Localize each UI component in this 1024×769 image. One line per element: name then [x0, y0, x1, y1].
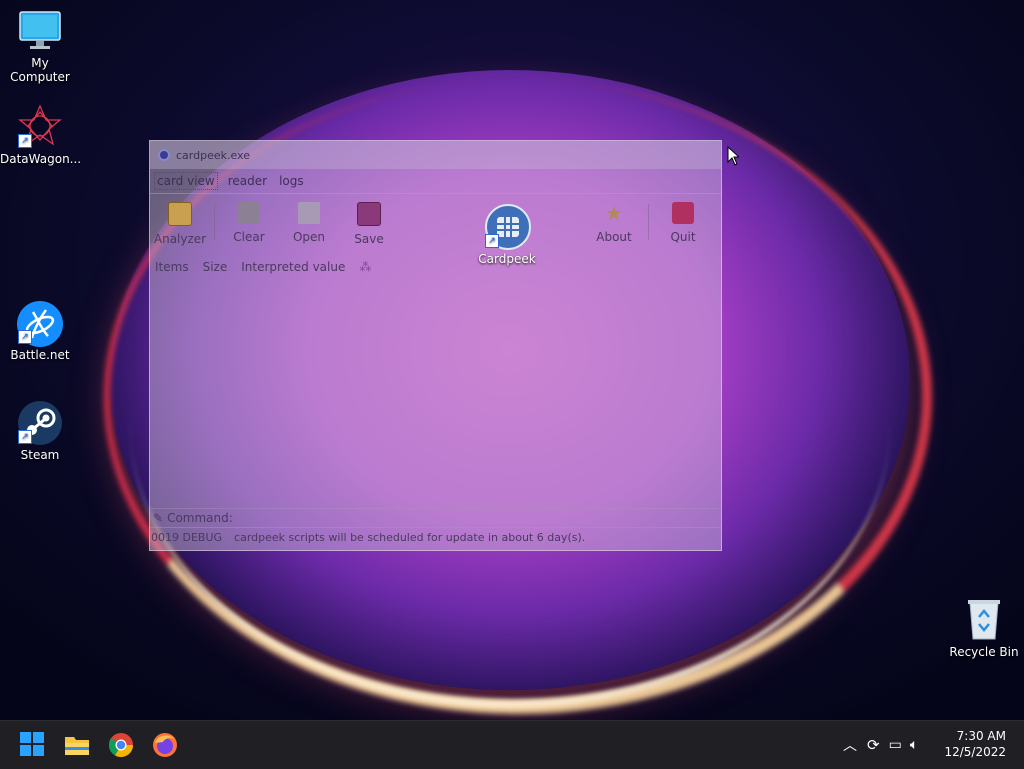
broom-icon — [238, 202, 260, 224]
file-explorer-button[interactable] — [63, 731, 91, 759]
desktop-icon-steam[interactable]: ↗ Steam — [0, 400, 80, 462]
card-tree-view[interactable] — [150, 278, 721, 508]
taskbar: ︿ ⟳ ▭ 🔈︎ 7:30 AM 12/5/2022 — [0, 720, 1024, 769]
clear-button[interactable]: Clear — [219, 200, 279, 244]
toolbar-separator — [648, 204, 649, 240]
battlenet-icon: ↗ — [17, 300, 63, 347]
shortcut-arrow-icon: ↗ — [18, 330, 32, 344]
cardpeek-window[interactable]: cardpeek.exe card view reader logs Analy… — [149, 140, 722, 551]
chip-icon — [168, 202, 192, 226]
recycle-bin-icon — [962, 597, 1006, 641]
desktop-icon-battlenet[interactable]: ↗ Battle.net — [0, 300, 80, 362]
sync-alert-icon[interactable]: ⟳ — [867, 736, 880, 754]
folder-icon — [298, 202, 320, 224]
monitor-icon — [18, 8, 62, 52]
system-tray: ︿ ⟳ ▭ 🔈︎ — [843, 721, 918, 769]
start-button[interactable] — [19, 731, 47, 759]
desktop-icon-label: My Computer — [10, 56, 70, 84]
steam-icon: ↗ — [18, 400, 62, 445]
shortcut-arrow-icon: ↗ — [18, 430, 32, 444]
command-input[interactable] — [237, 511, 721, 525]
command-label: Command: — [167, 511, 233, 525]
datawagon-icon: ↗ — [18, 104, 62, 148]
tree-header: Items Size Interpreted value ⁂ — [150, 256, 721, 278]
clock-date: 12/5/2022 — [944, 745, 1006, 759]
column-interpreted-value[interactable]: Interpreted value — [241, 260, 345, 274]
shortcut-arrow-icon: ↗ — [18, 134, 32, 148]
column-items[interactable]: Items — [155, 260, 189, 274]
analyzer-button[interactable]: Analyzer — [150, 200, 210, 246]
clock[interactable]: 7:30 AM 12/5/2022 — [944, 728, 1006, 760]
folder-icon — [65, 737, 89, 755]
exit-icon — [672, 202, 694, 224]
chrome-button[interactable] — [107, 731, 135, 759]
shortcut-arrow-icon: ↗ — [485, 234, 499, 248]
toolbar-separator — [214, 204, 215, 240]
toolbar: Analyzer Clear Open Save ★ About Quit — [150, 193, 721, 256]
column-options-icon[interactable]: ⁂ — [359, 260, 371, 274]
network-icon[interactable]: ▭ — [889, 737, 902, 753]
about-button[interactable]: ★ About — [584, 200, 644, 244]
column-size[interactable]: Size — [203, 260, 228, 274]
floppy-icon — [357, 202, 381, 226]
desktop-icon-label: Battle.net — [10, 348, 70, 362]
status-bar: 0019 DEBUG cardpeek scripts will be sche… — [150, 527, 721, 546]
status-code: 0019 DEBUG — [151, 530, 223, 544]
window-titlebar[interactable]: cardpeek.exe — [150, 141, 721, 169]
desktop-icon-recycle-bin[interactable]: Recycle Bin — [944, 597, 1024, 659]
mouse-cursor-icon — [727, 146, 739, 166]
status-message: cardpeek scripts will be scheduled for u… — [234, 530, 586, 544]
open-button[interactable]: Open — [279, 200, 339, 244]
chrome-icon — [108, 733, 133, 758]
tab-logs[interactable]: logs — [277, 173, 306, 189]
save-button[interactable]: Save — [339, 200, 399, 246]
pen-icon: ✎ — [153, 511, 164, 525]
cardpeek-icon: ↗ — [485, 204, 531, 250]
clock-time: 7:30 AM — [956, 729, 1006, 743]
desktop-icon-label: DataWagon... — [0, 152, 82, 166]
firefox-icon — [153, 733, 177, 757]
firefox-button[interactable] — [151, 731, 179, 759]
windows-icon — [20, 732, 44, 756]
app-icon — [158, 149, 170, 161]
desktop-icon-label: Steam — [20, 448, 60, 462]
desktop-icon-label: Recycle Bin — [949, 645, 1019, 659]
desktop-icon-my-computer[interactable]: My Computer — [0, 8, 80, 84]
volume-icon[interactable]: 🔈︎ — [910, 737, 918, 753]
chevron-up-icon[interactable]: ︿ — [843, 735, 857, 755]
tab-reader[interactable]: reader — [226, 173, 269, 189]
desktop-icon-datawagon[interactable]: ↗ DataWagon... — [0, 104, 82, 166]
desktop-icon-label: Cardpeek — [478, 252, 536, 266]
tab-card-view[interactable]: card view — [154, 172, 218, 190]
tab-bar: card view reader logs — [150, 169, 721, 193]
quit-button[interactable]: Quit — [653, 200, 713, 244]
command-bar: ✎ Command: — [150, 508, 721, 527]
window-title: cardpeek.exe — [176, 148, 250, 162]
desktop-icon-cardpeek[interactable]: ↗ Cardpeek — [467, 204, 547, 266]
star-icon: ★ — [605, 201, 623, 225]
